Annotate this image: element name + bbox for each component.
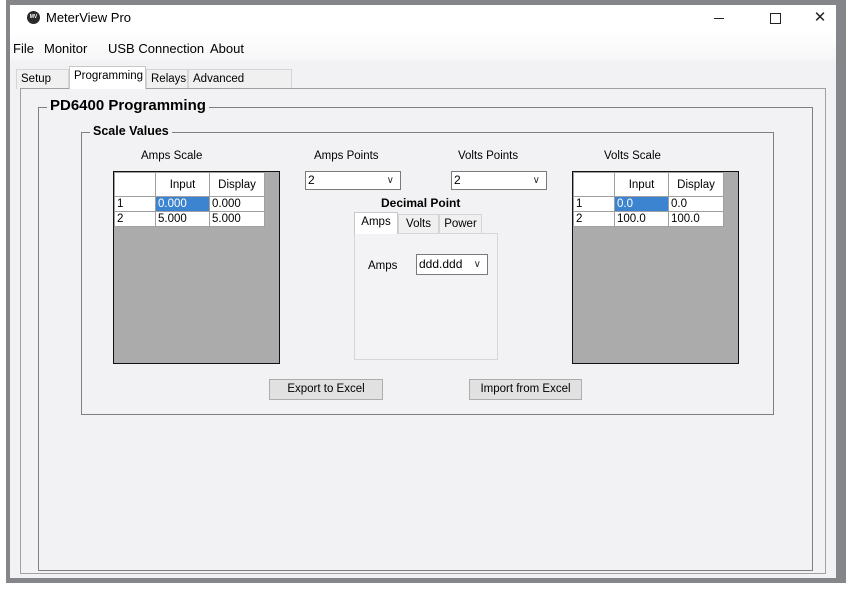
window-title: MeterView Pro [46, 10, 132, 25]
minimize-button[interactable] [699, 7, 739, 29]
pd6400-programming-title: PD6400 Programming [47, 97, 209, 114]
column-header-input[interactable]: Input [614, 172, 669, 197]
import-from-excel-button[interactable]: Import from Excel [469, 379, 582, 400]
grid-header-row: Input Display [114, 172, 265, 197]
chevron-down-icon: ∨ [473, 259, 481, 270]
amps-points-value: 2 [308, 173, 315, 187]
grid-corner-cell [114, 172, 156, 197]
dp-tab-volts[interactable]: Volts [398, 214, 439, 234]
volts-points-select[interactable]: 2 ∨ [451, 171, 547, 190]
decimal-point-title: Decimal Point [381, 196, 461, 210]
export-to-excel-button[interactable]: Export to Excel [269, 379, 383, 400]
scale-values-title: Scale Values [90, 124, 172, 138]
close-icon: ✕ [813, 9, 827, 26]
display-cell[interactable]: 5.000 [209, 211, 265, 227]
input-cell[interactable]: 0.000 [155, 196, 210, 212]
amps-scale-grid[interactable]: Input Display 1 0.000 0.000 2 5.000 5.00… [113, 171, 280, 364]
display-cell[interactable]: 0.0 [668, 196, 724, 212]
chevron-down-icon: ∨ [386, 175, 394, 186]
menu-about[interactable]: About [210, 41, 244, 56]
dp-tab-power[interactable]: Power [439, 214, 482, 234]
table-row: 2 5.000 5.000 [114, 211, 265, 227]
grid-corner-cell [573, 172, 615, 197]
menu-monitor[interactable]: Monitor [44, 41, 87, 56]
decimal-point-tab-page: Amps ddd.ddd ∨ [354, 233, 498, 360]
table-row: 1 0.000 0.000 [114, 196, 265, 212]
row-header[interactable]: 1 [573, 196, 615, 212]
minimize-icon [714, 17, 724, 19]
volts-points-label: Volts Points [458, 150, 519, 162]
column-header-input[interactable]: Input [155, 172, 210, 197]
menu-usb-connection[interactable]: USB Connection [108, 41, 204, 56]
meterview-logo-icon: MV [27, 11, 40, 24]
pd6400-programming-group: PD6400 Programming Scale Values Amps Sca… [38, 97, 813, 571]
display-cell[interactable]: 100.0 [668, 211, 724, 227]
close-button[interactable]: ✕ [800, 7, 840, 29]
dp-amps-label: Amps [368, 260, 398, 272]
column-header-display[interactable]: Display [668, 172, 724, 197]
title-bar[interactable]: MV MeterView Pro ✕ [10, 5, 836, 31]
maximize-button[interactable] [755, 7, 795, 29]
app-window: MV MeterView Pro ✕ File Monitor USB Conn… [10, 5, 836, 578]
input-cell[interactable]: 100.0 [614, 211, 669, 227]
volts-scale-label: Volts Scale [604, 150, 661, 162]
dp-amps-value: ddd.ddd [419, 257, 463, 271]
row-header[interactable]: 2 [573, 211, 615, 227]
row-header[interactable]: 1 [114, 196, 156, 212]
input-cell[interactable]: 0.0 [614, 196, 669, 212]
table-row: 2 100.0 100.0 [573, 211, 724, 227]
tab-setup[interactable]: Setup [16, 69, 69, 89]
amps-scale-label: Amps Scale [141, 150, 203, 162]
maximize-icon [769, 12, 781, 24]
dp-tab-amps[interactable]: Amps [354, 212, 398, 234]
programming-tab-page: PD6400 Programming Scale Values Amps Sca… [20, 88, 826, 574]
chevron-down-icon: ∨ [532, 175, 540, 186]
volts-scale-grid[interactable]: Input Display 1 0.0 0.0 2 100.0 100.0 [572, 171, 739, 364]
table-row: 1 0.0 0.0 [573, 196, 724, 212]
tab-advanced-features[interactable]: Advanced Features [188, 69, 292, 104]
tab-relays[interactable]: Relays [146, 69, 188, 89]
input-cell[interactable]: 5.000 [155, 211, 210, 227]
scale-values-group: Scale Values Amps Scale Input Display 1 … [81, 124, 774, 415]
dp-amps-select[interactable]: ddd.ddd ∨ [416, 254, 488, 275]
amps-points-select[interactable]: 2 ∨ [305, 171, 401, 190]
tab-programming[interactable]: Programming [69, 66, 146, 89]
amps-points-label: Amps Points [314, 150, 379, 162]
menu-bar: File Monitor USB Connection About [10, 31, 836, 61]
row-header[interactable]: 2 [114, 211, 156, 227]
grid-header-row: Input Display [573, 172, 724, 197]
volts-points-value: 2 [454, 173, 461, 187]
column-header-display[interactable]: Display [209, 172, 265, 197]
display-cell[interactable]: 0.000 [209, 196, 265, 212]
menu-file[interactable]: File [13, 41, 34, 56]
